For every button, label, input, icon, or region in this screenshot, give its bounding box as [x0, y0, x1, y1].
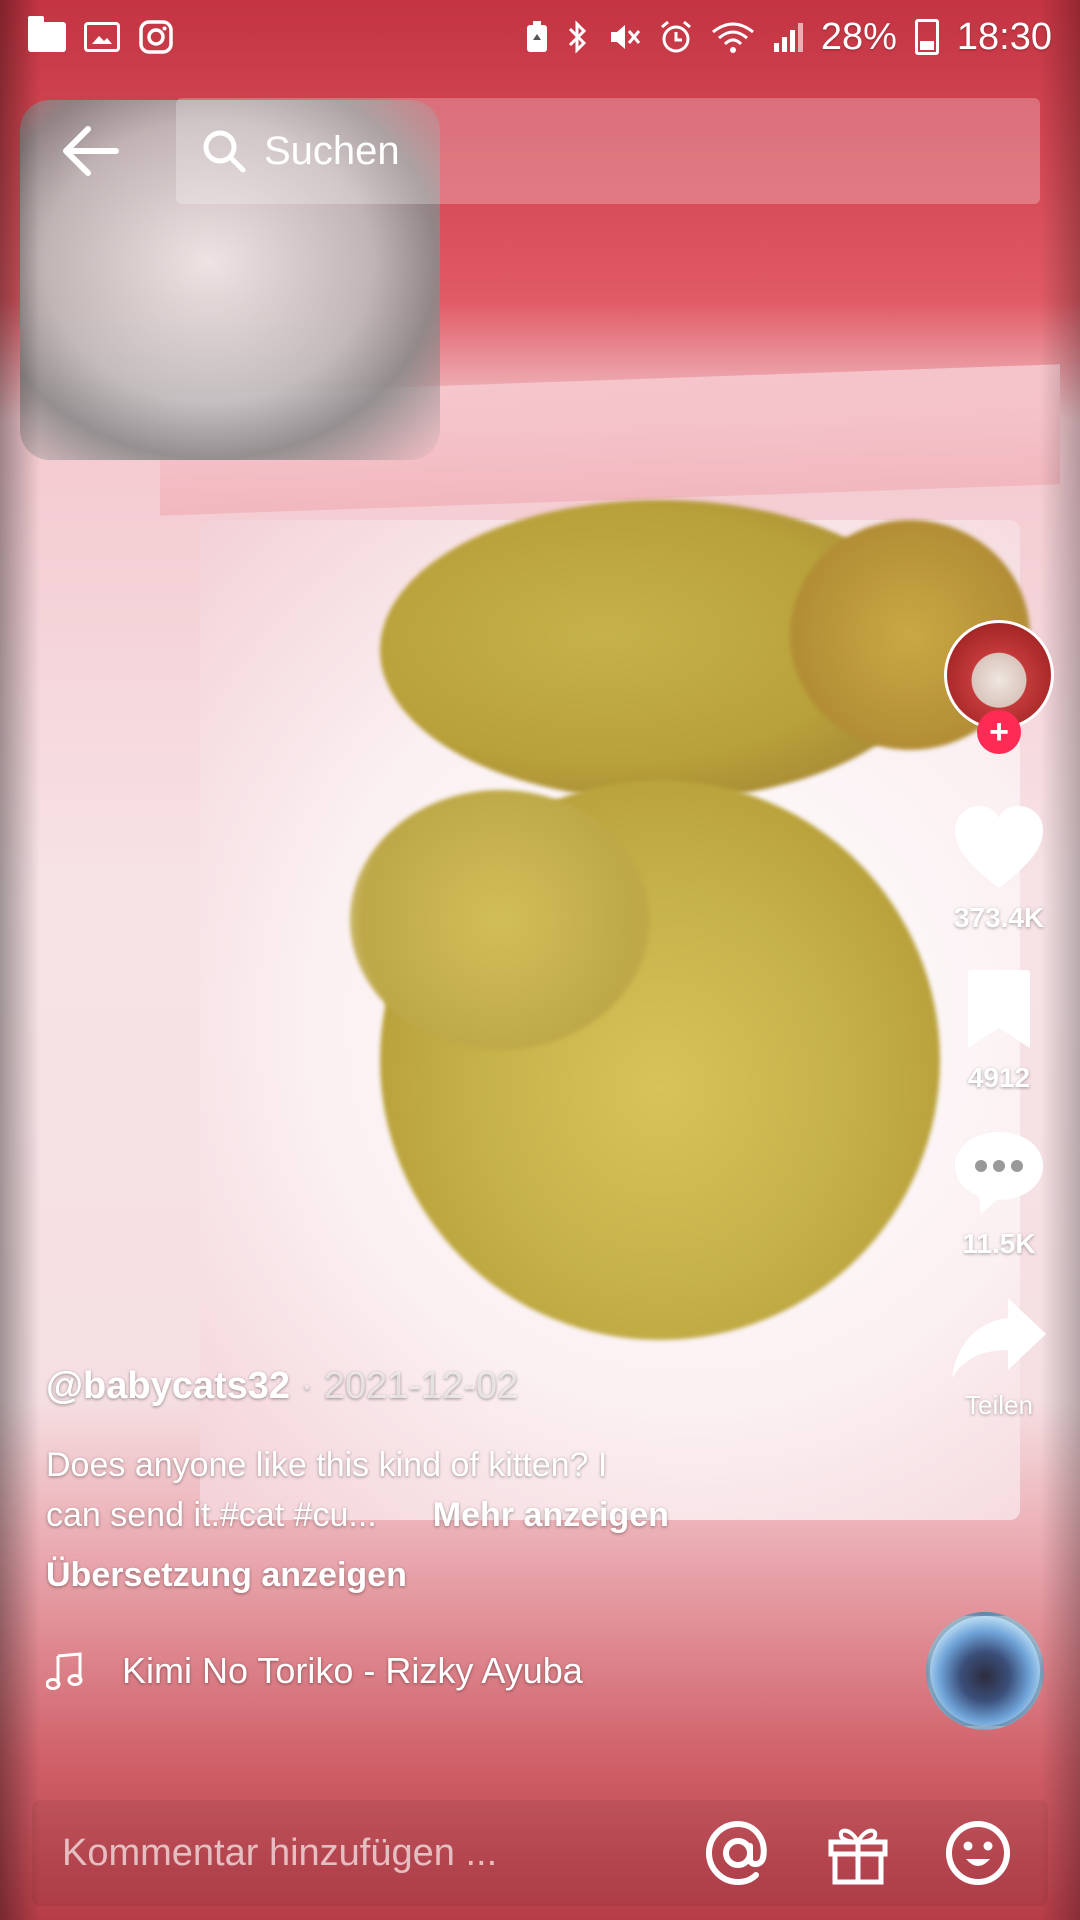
- gift-button[interactable]: [818, 1813, 898, 1893]
- video-background[interactable]: [0, 0, 1080, 1920]
- post-date: 2021-12-02: [323, 1365, 519, 1407]
- edge-shade-left: [0, 0, 40, 1920]
- battery-icon: [914, 19, 939, 55]
- kitten-head-bottom: [350, 790, 650, 1050]
- creator-avatar-group: +: [944, 620, 1054, 754]
- comment-action[interactable]: 11.5K: [951, 1128, 1047, 1260]
- emoji-icon: [946, 1821, 1010, 1885]
- arrow-left-icon: [63, 126, 119, 176]
- music-row[interactable]: Kimi No Toriko - Rizky Ayuba: [46, 1650, 866, 1692]
- share-arrow-icon[interactable]: [950, 1294, 1048, 1380]
- status-right: 28% 18:30: [525, 16, 1052, 59]
- signal-icon: [773, 21, 803, 53]
- search-bar[interactable]: Suchen: [176, 98, 1040, 204]
- emoji-button[interactable]: [938, 1813, 1018, 1893]
- description-line-2: can send it.#cat #cu...: [46, 1496, 377, 1534]
- bluetooth-icon: [567, 20, 589, 54]
- like-count: 373.4K: [953, 902, 1045, 933]
- creator-username[interactable]: @babycats32: [46, 1365, 290, 1407]
- gift-icon: [828, 1828, 888, 1885]
- battery-saver-icon: [525, 20, 549, 54]
- at-icon: [705, 1820, 767, 1886]
- description-line-1: Does anyone like this kind of kitten? I: [46, 1446, 608, 1484]
- back-button[interactable]: [40, 101, 140, 201]
- top-bar: Suchen: [40, 96, 1040, 206]
- post-date-separator: ·: [300, 1365, 324, 1407]
- action-rail: + 373.4K 4912 11.5K Teilen: [944, 620, 1054, 1421]
- mention-button[interactable]: [698, 1813, 778, 1893]
- description-line-2-row: can send it.#cat #cu... Mehr anzeigen: [46, 1490, 806, 1540]
- status-left: [28, 16, 174, 55]
- folder-icon: [28, 16, 66, 52]
- search-label: Suchen: [264, 128, 400, 173]
- alarm-icon: [659, 20, 693, 54]
- wifi-icon: [711, 20, 755, 54]
- video-description: Does anyone like this kind of kitten? I …: [46, 1440, 806, 1540]
- instagram-icon: [138, 19, 174, 55]
- like-action[interactable]: 373.4K: [951, 804, 1047, 934]
- heart-icon[interactable]: [951, 804, 1047, 892]
- status-bar: 28% 18:30: [0, 0, 1080, 74]
- music-title: Kimi No Toriko - Rizky Ayuba: [122, 1650, 583, 1691]
- show-more-link[interactable]: Mehr anzeigen: [433, 1496, 669, 1534]
- comment-count: 11.5K: [962, 1228, 1036, 1259]
- battery-percent: 28%: [820, 15, 897, 58]
- share-action[interactable]: Teilen: [950, 1294, 1048, 1421]
- user-line: @babycats32 · 2021-12-02: [46, 1365, 806, 1408]
- search-icon: [203, 130, 246, 173]
- clock: 18:30: [956, 15, 1052, 58]
- mute-icon: [607, 20, 641, 54]
- share-label: Teilen: [965, 1390, 1033, 1420]
- gallery-icon: [84, 22, 120, 52]
- music-disc[interactable]: [926, 1612, 1044, 1730]
- plus-icon: +: [989, 713, 1009, 751]
- music-note-icon: [46, 1652, 83, 1690]
- comment-icon[interactable]: [951, 1128, 1047, 1218]
- comment-bar: [32, 1800, 1048, 1906]
- save-action[interactable]: 4912: [962, 968, 1036, 1094]
- save-count: 4912: [967, 1062, 1031, 1093]
- comment-input[interactable]: [60, 1830, 658, 1876]
- bookmark-icon[interactable]: [962, 968, 1036, 1052]
- translate-link[interactable]: Übersetzung anzeigen: [46, 1556, 806, 1595]
- follow-button[interactable]: +: [977, 710, 1021, 754]
- video-caption: @babycats32 · 2021-12-02 Does anyone lik…: [46, 1365, 806, 1595]
